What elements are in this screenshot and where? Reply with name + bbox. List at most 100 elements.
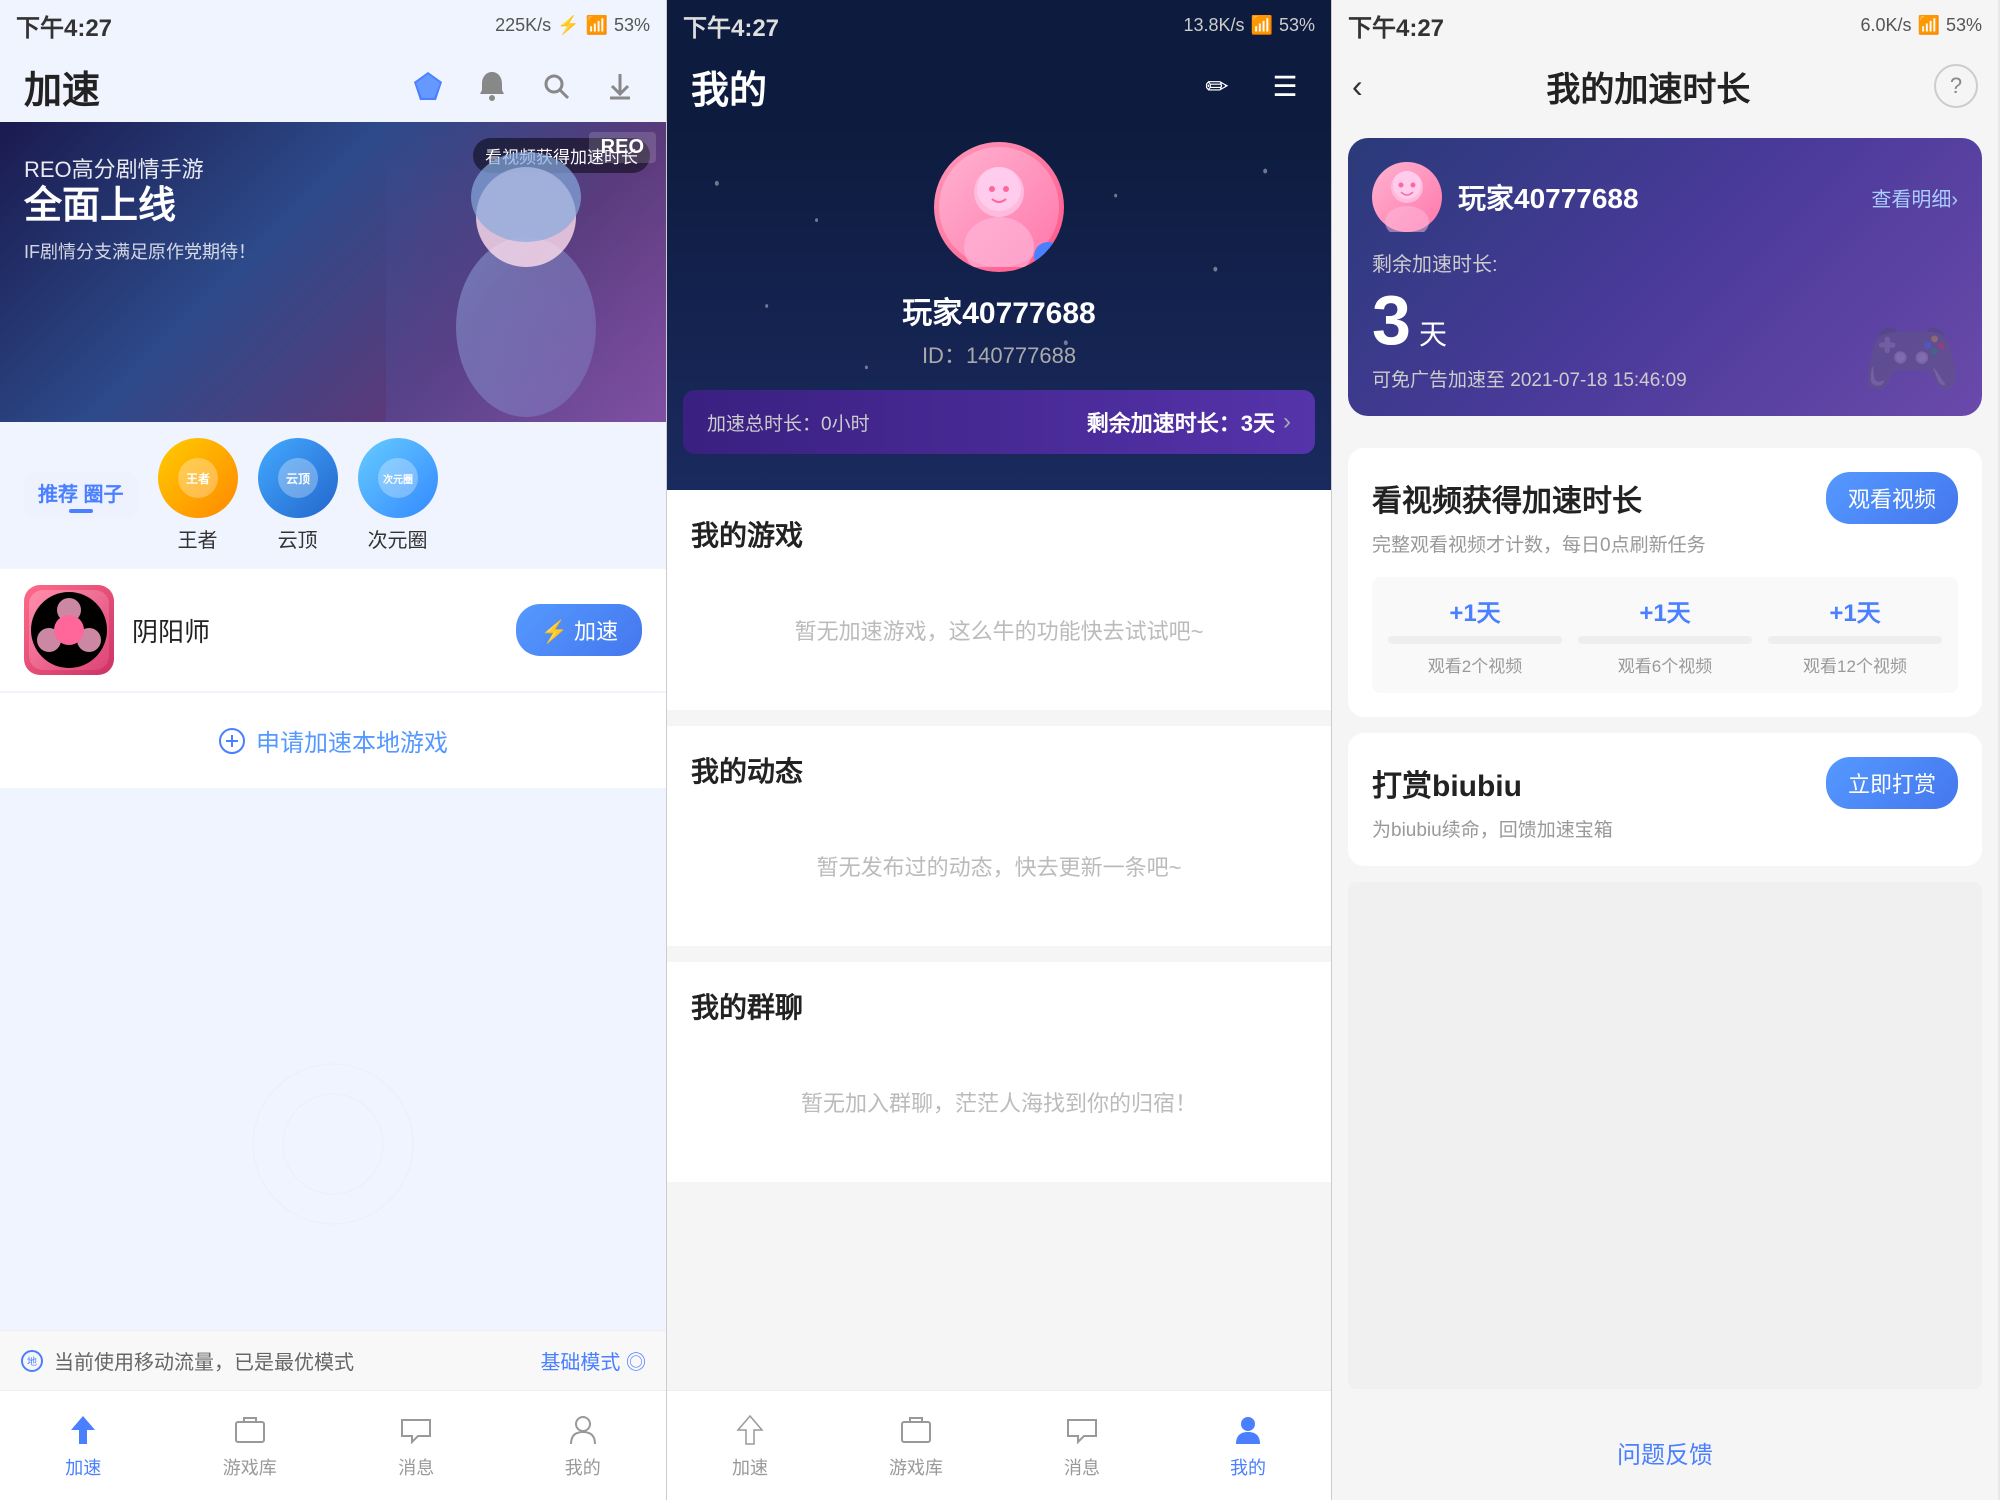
- nav-library-1[interactable]: 游戏库: [167, 1391, 334, 1500]
- game-list-item-yys[interactable]: 阴阳师 ⚡ 加速: [0, 569, 666, 691]
- reward-label-3: 观看12个视频: [1803, 652, 1907, 677]
- watch-video-header: 看视频获得加速时长 观看视频: [1372, 472, 1958, 524]
- apply-local[interactable]: 申请加速本地游戏: [0, 693, 666, 788]
- nav-speed-1[interactable]: 加速: [0, 1391, 167, 1500]
- watch-video-title: 看视频获得加速时长: [1372, 476, 1642, 520]
- message-nav-icon-2: [1064, 1412, 1100, 1448]
- nav-label-profile-2: 我的: [1230, 1454, 1266, 1480]
- diamond-icon[interactable]: [406, 64, 450, 108]
- bottom-nav-2: 加速 游戏库 消息 我的: [667, 1390, 1331, 1500]
- panel-mine: 下午4:27 13.8K/s 📶 53% 我的 ✏ ☰: [666, 0, 1332, 1500]
- signal-icon-2: 📶: [1251, 15, 1273, 36]
- data-usage-text: 当前使用移动流量，已是最优模式: [54, 1346, 354, 1375]
- category-ciyuan[interactable]: 次元圈 次元圈: [358, 438, 438, 553]
- header-icons-1: [406, 64, 642, 108]
- status-bar-2: 下午4:27 13.8K/s 📶 53%: [667, 0, 1331, 50]
- bell-icon[interactable]: [470, 64, 514, 108]
- feedback-link[interactable]: 问题反馈: [1332, 1405, 1998, 1500]
- video-reward-2: +1天 观看6个视频: [1578, 593, 1752, 677]
- apply-local-label: 申请加速本地游戏: [256, 723, 448, 758]
- speed-button[interactable]: ⚡ 加速: [516, 604, 642, 656]
- banner-badge: REO: [589, 132, 656, 163]
- category-name-yunding: 云顶: [278, 524, 318, 553]
- banner-text: REO高分剧情手游 全面上线 IF剧情分支满足原作党期待！: [24, 152, 256, 264]
- nav-library-2[interactable]: 游戏库: [833, 1391, 999, 1500]
- category-icon-yunding: 云顶: [258, 438, 338, 518]
- status-bar-1: 下午4:27 225K/s ⚡ 📶 53%: [0, 0, 666, 50]
- category-wangzhe[interactable]: 王者 王者: [158, 438, 238, 553]
- my-groups-empty: 暂无加入群聊，茫茫人海找到你的归宿！: [691, 1046, 1307, 1158]
- speed-card: 玩家40777688 查看明细› 剩余加速时长: 3 天 可免广告加速至 202…: [1348, 138, 1982, 416]
- library-nav-icon: [232, 1412, 268, 1448]
- library-nav-icon-2: [898, 1412, 934, 1448]
- help-button[interactable]: ?: [1934, 64, 1978, 108]
- nav-label-message-1: 消息: [398, 1454, 434, 1480]
- nav-speed-2[interactable]: 加速: [667, 1391, 833, 1500]
- nav-message-2[interactable]: 消息: [999, 1391, 1165, 1500]
- donate-desc: 为biubiu续命，回馈加速宝箱: [1372, 815, 1958, 842]
- category-yunding[interactable]: 云顶 云顶: [258, 438, 338, 553]
- nav-message-1[interactable]: 消息: [333, 1391, 500, 1500]
- user-avatar[interactable]: ♂: [934, 142, 1064, 272]
- stats-arrow: ›: [1283, 408, 1291, 436]
- panel2-header: 我的 ✏ ☰: [667, 50, 1331, 122]
- reward-plus-2: +1天: [1639, 593, 1690, 628]
- my-groups-title: 我的群聊: [691, 986, 1307, 1026]
- panel-speed-duration: 下午4:27 6.0K/s 📶 53% ‹ 我的加速时长 ?: [1332, 0, 1998, 1500]
- reward-progress-2: [1578, 636, 1752, 644]
- my-games-empty: 暂无加速游戏，这么牛的功能快去试试吧~: [691, 574, 1307, 686]
- gamepad-icon: 🎮: [1862, 312, 1962, 406]
- total-speed-label: 加速总时长：0小时: [707, 409, 870, 436]
- nav-label-library-1: 游戏库: [223, 1454, 277, 1480]
- panel3-header: ‹ 我的加速时长 ?: [1332, 50, 1998, 122]
- speed-nav-icon-2: [732, 1412, 768, 1448]
- speed-indicator-3: 6.0K/s: [1861, 15, 1912, 36]
- nav-profile-1[interactable]: 我的: [500, 1391, 667, 1500]
- nav-label-profile-1: 我的: [565, 1454, 601, 1480]
- panel1-header: 加速: [0, 50, 666, 122]
- edit-icon[interactable]: ✏: [1195, 64, 1239, 108]
- time-1: 下午4:27: [16, 8, 112, 43]
- status-icons-2: 13.8K/s 📶 53%: [1184, 15, 1316, 36]
- video-rewards: +1天 观看2个视频 +1天 观看6个视频 +1天 观看12个视频: [1372, 577, 1958, 693]
- profile-username: 玩家40777688: [902, 288, 1095, 332]
- svg-text:王者: 王者: [186, 471, 210, 486]
- donate-button[interactable]: 立即打赏: [1826, 757, 1958, 809]
- watch-video-desc: 完整观看视频才计数，每日0点刷新任务: [1372, 530, 1958, 557]
- reward-label-2: 观看6个视频: [1618, 652, 1712, 677]
- status-icons-3: 6.0K/s 📶 53%: [1861, 15, 1982, 36]
- search-icon[interactable]: [534, 64, 578, 108]
- menu-icon[interactable]: ☰: [1263, 64, 1307, 108]
- category-active[interactable]: 推荐 圈子: [24, 472, 138, 519]
- watch-video-button[interactable]: 观看视频: [1826, 472, 1958, 524]
- video-reward-3: +1天 观看12个视频: [1768, 593, 1942, 677]
- page-title-1: 加速: [24, 59, 100, 114]
- video-rewards-list: +1天 观看2个视频 +1天 观看6个视频 +1天 观看12个视频: [1388, 593, 1942, 677]
- battery-3: 53%: [1946, 15, 1982, 36]
- nav-profile-2[interactable]: 我的: [1165, 1391, 1331, 1500]
- category-tabs: 推荐 圈子 王者 王者 云顶 云顶 次元圈 次元圈: [0, 422, 666, 569]
- watch-video-section: 看视频获得加速时长 观看视频 完整观看视频才计数，每日0点刷新任务 +1天 观看…: [1348, 448, 1982, 717]
- speed-card-days: 3: [1372, 285, 1411, 355]
- gender-icon: ♂: [1034, 242, 1062, 270]
- speed-nav-icon: [65, 1412, 101, 1448]
- game-icon-inner-yys: [29, 590, 109, 670]
- speed-stats-bar[interactable]: 加速总时长：0小时 剩余加速时长：3天 ›: [683, 390, 1315, 454]
- download-icon[interactable]: [598, 64, 642, 108]
- remaining-speed-label: 剩余加速时长：3天: [1087, 406, 1275, 438]
- time-3: 下午4:27: [1348, 8, 1444, 43]
- banner-main: 全面上线: [24, 184, 256, 230]
- speed-indicator-1: 225K/s: [495, 15, 551, 36]
- mode-link[interactable]: 基础模式 ◎: [540, 1346, 646, 1375]
- header-icons-2: ✏ ☰: [1195, 64, 1307, 108]
- speed-card-detail-link[interactable]: 查看明细›: [1871, 183, 1958, 212]
- signal-icon: 📶: [586, 15, 608, 36]
- reward-progress-1: [1388, 636, 1562, 644]
- video-reward-1: +1天 观看2个视频: [1388, 593, 1562, 677]
- banner: REO高分剧情手游 全面上线 IF剧情分支满足原作党期待！ 看视频获得加速时长: [0, 122, 666, 422]
- speed-card-unit: 天: [1419, 313, 1447, 353]
- battery-1: 53%: [614, 15, 650, 36]
- category-indicator: [69, 509, 93, 513]
- back-button[interactable]: ‹: [1352, 68, 1363, 105]
- svg-text:次元圈: 次元圈: [383, 473, 413, 486]
